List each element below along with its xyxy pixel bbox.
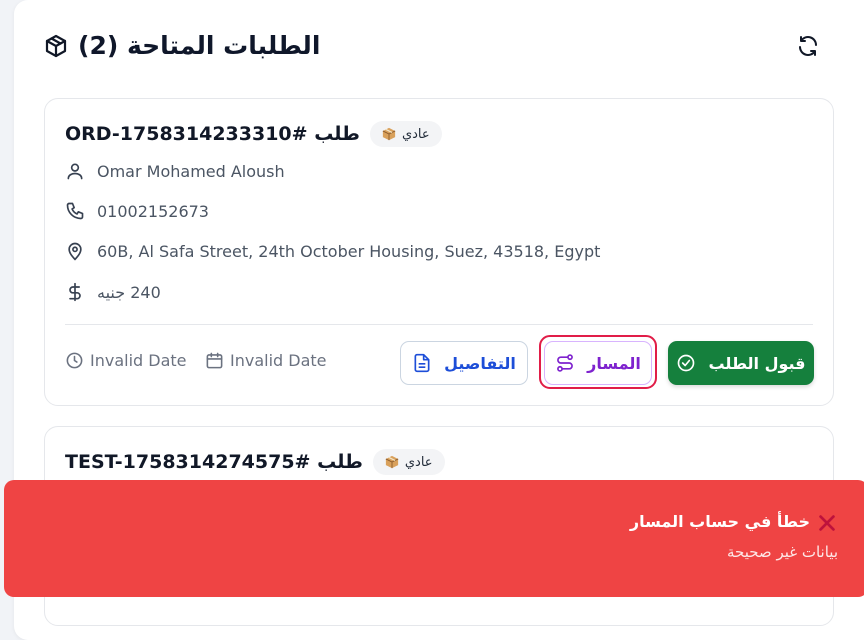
route-icon <box>557 354 574 372</box>
order-time-text: Invalid Date <box>90 351 187 370</box>
route-label: المسار <box>587 353 641 373</box>
order-title: طلب #ORD-1758314233310 <box>65 123 360 145</box>
phone-icon <box>66 202 84 220</box>
toast-message: بيانات غير صحيحة <box>727 543 838 561</box>
package-emoji-icon <box>385 455 399 469</box>
customer-name: Omar Mohamed Aloush <box>97 161 285 181</box>
calendar-icon <box>206 352 223 369</box>
package-emoji-icon <box>382 127 396 141</box>
address: 60B, Al Safa Street, 24th October Housin… <box>97 241 601 261</box>
package-icon <box>45 34 67 58</box>
divider <box>65 324 813 325</box>
order-time: Invalid Date <box>65 351 187 370</box>
order-date: Invalid Date <box>205 351 327 370</box>
check-circle-icon <box>678 354 695 372</box>
refresh-icon[interactable] <box>796 34 820 58</box>
dollar-icon <box>69 282 81 302</box>
order-date-text: Invalid Date <box>230 351 327 370</box>
clock-icon <box>66 352 83 369</box>
map-pin-icon <box>68 242 82 261</box>
address-row: 60B, Al Safa Street, 24th October Housin… <box>65 239 600 263</box>
details-button[interactable]: التفاصيل <box>400 341 528 385</box>
details-label: التفاصيل <box>444 353 516 373</box>
error-toast: خطأ في حساب المسار بيانات غير صحيحة <box>4 480 864 597</box>
user-icon <box>67 163 83 180</box>
phone-row: 01002152673 <box>65 199 209 223</box>
amount-row: 240 جنيه <box>65 280 161 304</box>
priority-label: عادي <box>401 126 430 142</box>
phone-number: 01002152673 <box>97 201 209 221</box>
file-text-icon <box>414 353 430 373</box>
order-amount: 240 جنيه <box>97 282 161 302</box>
priority-badge: عادي <box>369 121 442 147</box>
page-title: الطلبات المتاحة (2) <box>78 31 321 60</box>
toast-title: خطأ في حساب المسار <box>629 512 810 531</box>
order-header: طلب #ORD-1758314233310 عادي <box>65 119 442 149</box>
order-title: طلب #TEST-1758314274575 <box>65 451 363 473</box>
route-button[interactable]: المسار <box>544 341 652 385</box>
accept-label: قبول الطلب <box>708 353 806 373</box>
order-card: طلب #ORD-1758314233310 عادي Omar Mohamed… <box>44 98 834 406</box>
close-icon[interactable] <box>816 512 838 534</box>
accept-order-button[interactable]: قبول الطلب <box>668 341 814 385</box>
order-header: طلب #TEST-1758314274575 عادي <box>65 447 445 477</box>
priority-badge: عادي <box>372 449 445 475</box>
orders-header: الطلبات المتاحة (2) <box>44 22 820 70</box>
priority-label: عادي <box>404 454 433 470</box>
customer-name-row: Omar Mohamed Aloush <box>65 159 285 183</box>
